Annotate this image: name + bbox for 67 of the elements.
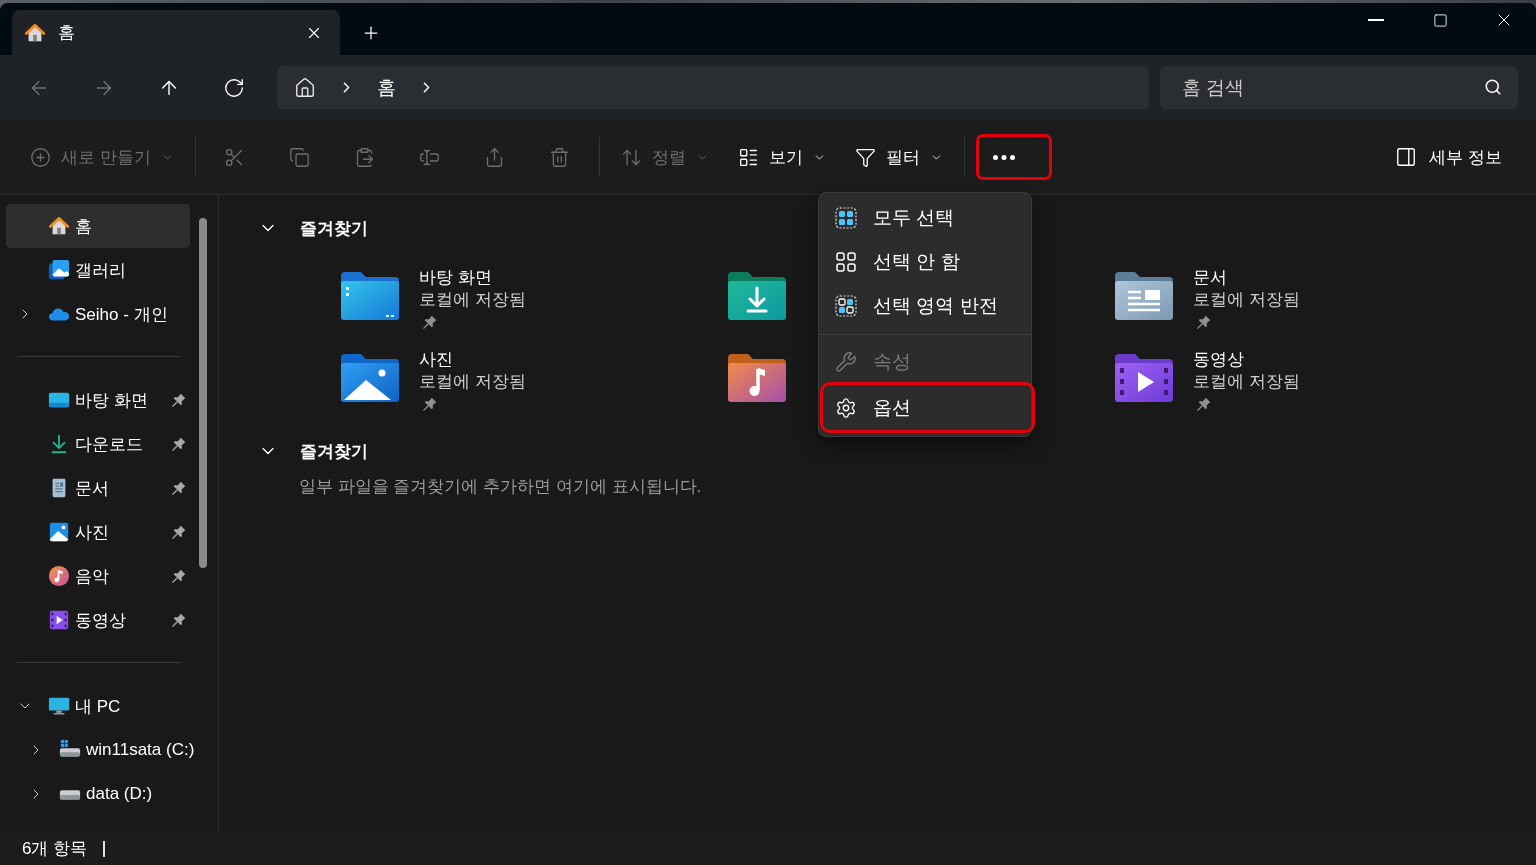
copy-icon — [289, 146, 311, 168]
view-button[interactable]: 보기 — [727, 137, 836, 177]
folder-name[interactable]: 사진 — [419, 349, 453, 371]
monitor-icon — [48, 695, 70, 717]
wrench-icon — [835, 351, 857, 373]
address-bar[interactable]: 홈 — [277, 66, 1149, 109]
maximize-icon — [1432, 12, 1448, 28]
home-icon — [294, 76, 316, 99]
panel-icon — [1395, 146, 1418, 168]
menu-item[interactable]: 선택 영역 반전 — [823, 284, 1027, 328]
grid-icon — [835, 251, 857, 273]
ellipsis-icon — [992, 154, 1015, 160]
sidebar-item[interactable]: 홈 — [6, 204, 190, 248]
section-title: 즐겨찾기 — [300, 217, 368, 240]
folder-name[interactable]: 동영상 — [1193, 349, 1244, 371]
sidebar-item[interactable]: 다운로드 — [6, 422, 190, 466]
minimize-icon — [1368, 19, 1384, 21]
clipboard-icon — [354, 146, 376, 168]
sidebar-item[interactable]: 내 PC — [6, 684, 190, 728]
sidebar-item[interactable]: 문서 — [6, 466, 190, 510]
picture-icon — [48, 521, 70, 543]
list-icon — [737, 146, 759, 168]
desktop-folder-icon[interactable] — [340, 271, 400, 321]
sidebar-item[interactable]: 갤러리 — [6, 248, 190, 292]
music-folder-icon[interactable] — [727, 353, 787, 403]
sidebar-item[interactable]: 바탕 화면 — [6, 378, 190, 422]
sidebar-item[interactable]: 음악 — [6, 554, 190, 598]
folder-name[interactable]: 문서 — [1193, 267, 1227, 289]
trash-icon — [549, 146, 571, 168]
home-icon — [24, 21, 46, 44]
select-all-icon — [835, 207, 857, 229]
search-field[interactable]: 홈 검색 — [1160, 66, 1518, 109]
folder-location: 로컬에 저장됨 — [419, 371, 526, 393]
empty-message: 일부 파일을 즐겨찾기에 추가하면 여기에 표시됩니다. — [299, 476, 703, 498]
filter-button[interactable]: 필터 — [844, 137, 953, 177]
sidebar-item[interactable]: Seiho - 개인 — [6, 292, 190, 336]
music-note-icon — [48, 565, 70, 587]
menu-item[interactable]: 옵션 — [820, 382, 1035, 433]
tab[interactable]: 홈 — [12, 10, 340, 55]
funnel-icon — [854, 146, 876, 168]
plus-circle-icon — [30, 146, 51, 168]
item-count: 6개 항목 — [22, 838, 88, 860]
menu-item[interactable]: 선택 안 함 — [823, 240, 1027, 284]
folder-name[interactable]: 바탕 화면 — [419, 267, 492, 289]
invert-selection-icon — [835, 295, 857, 317]
sidebar-item[interactable]: 동영상 — [6, 598, 190, 642]
menu-item[interactable]: 모두 선택 — [823, 196, 1027, 240]
document-folder-icon[interactable] — [1114, 271, 1174, 321]
picture-folder-icon[interactable] — [340, 353, 400, 403]
folder-location: 로컬에 저장됨 — [1193, 371, 1300, 393]
video-folder-icon[interactable] — [1114, 353, 1174, 403]
breadcrumb[interactable]: 홈 — [377, 74, 396, 101]
refresh-icon — [223, 76, 245, 99]
folder-location: 로컬에 저장됨 — [419, 289, 526, 311]
sidebar-item[interactable]: 사진 — [6, 510, 190, 554]
video-icon — [48, 609, 70, 631]
download-folder-icon[interactable] — [727, 271, 787, 321]
section-title: 즐겨찾기 — [300, 440, 368, 463]
gallery-icon — [48, 259, 70, 281]
home-icon — [48, 215, 70, 237]
search-icon — [1484, 78, 1502, 96]
folder-location: 로컬에 저장됨 — [1193, 289, 1300, 311]
details-button[interactable]: 세부 정보 — [1385, 137, 1512, 177]
settings-icon — [835, 396, 857, 419]
more-button[interactable] — [975, 134, 1052, 180]
sidebar-item[interactable]: data (D:) — [6, 772, 190, 816]
scrollbar[interactable] — [199, 218, 207, 568]
